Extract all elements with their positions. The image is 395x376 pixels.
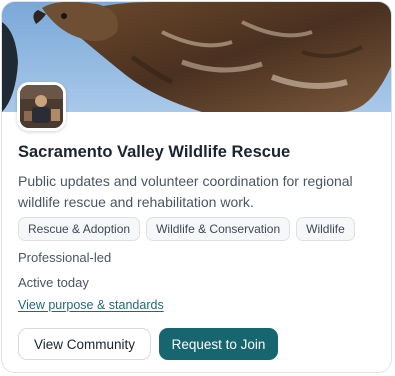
community-card: Sacramento Valley Wildlife Rescue Public… <box>1 1 392 373</box>
leadership-status: Professional-led <box>18 250 112 265</box>
tag-list: Rescue & Adoption Wildlife & Conservatio… <box>18 217 355 241</box>
community-name: Sacramento Valley Wildlife Rescue <box>18 143 291 161</box>
community-description: Public updates and volunteer coordinatio… <box>18 173 353 210</box>
tag-wildlife: Wildlife <box>296 217 355 241</box>
view-community-button[interactable]: View Community <box>18 328 151 360</box>
community-avatar <box>17 82 66 131</box>
tag-wildlife-conservation: Wildlife & Conservation <box>146 217 291 241</box>
avatar-photo <box>20 85 63 128</box>
activity-status: Active today <box>18 275 89 290</box>
tag-rescue-adoption: Rescue & Adoption <box>18 217 141 241</box>
view-purpose-standards-link[interactable]: View purpose & standards <box>18 298 164 312</box>
request-to-join-button[interactable]: Request to Join <box>159 328 278 360</box>
